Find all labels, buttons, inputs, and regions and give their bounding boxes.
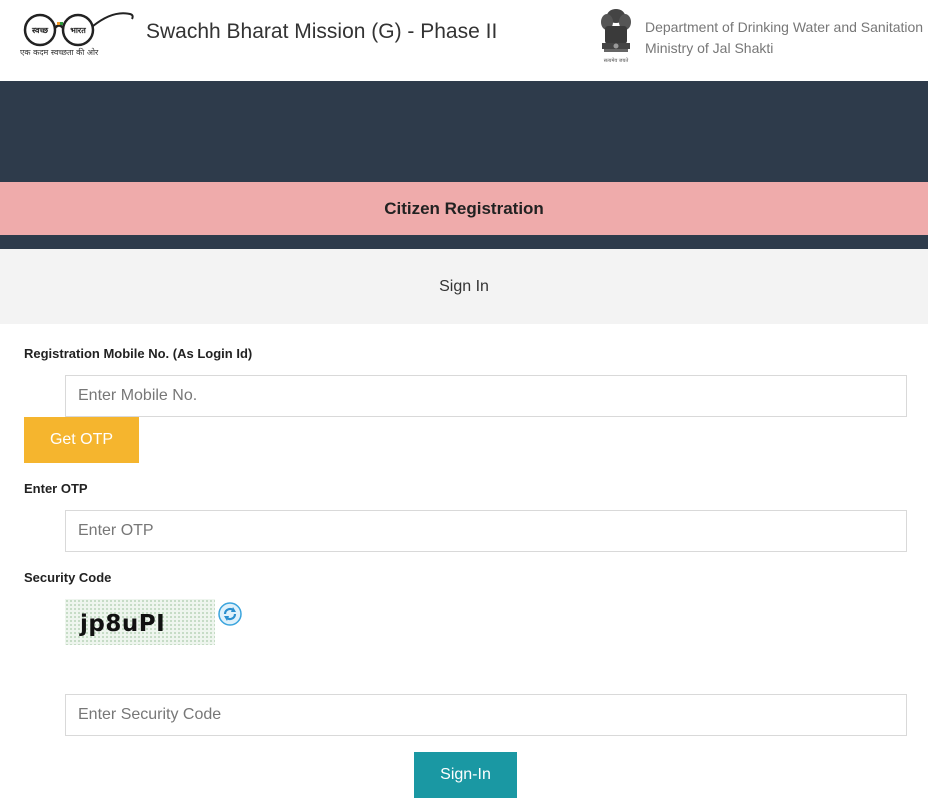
captcha-image: jp8uPI: [65, 599, 215, 645]
otp-input[interactable]: [65, 510, 907, 552]
emblem-caption: सत्यमेव जयते: [603, 58, 629, 64]
swachh-bharat-glasses-icon: स्वच्छ भारत: [23, 12, 134, 47]
logo-tagline: एक कदम स्वच्छता की ओर: [20, 48, 99, 57]
site-header: स्वच्छ भारत एक कदम स्वच्छता की ओर Swachh…: [0, 0, 928, 81]
mobile-label: Registration Mobile No. (As Login Id): [24, 346, 253, 361]
refresh-icon[interactable]: [218, 602, 242, 626]
registration-banner: Citizen Registration: [0, 182, 928, 235]
security-code-input[interactable]: [65, 694, 907, 736]
otp-label: Enter OTP: [24, 481, 88, 496]
department-info: Department of Drinking Water and Sanitat…: [645, 17, 923, 59]
logo-right-text: भारत: [70, 26, 86, 35]
department-name: Department of Drinking Water and Sanitat…: [645, 19, 924, 35]
sign-in-button[interactable]: Sign-In: [414, 752, 517, 798]
national-emblem-icon: [596, 6, 636, 66]
security-code-label: Security Code: [24, 570, 112, 585]
tab-sign-in[interactable]: Sign In: [0, 249, 928, 324]
banner-title: Citizen Registration: [384, 198, 544, 218]
get-otp-button[interactable]: Get OTP: [24, 417, 139, 463]
captcha-text: jp8uPI: [80, 611, 166, 637]
logo-left-text: स्वच्छ: [31, 26, 49, 35]
site-title: Swachh Bharat Mission (G) - Phase II: [146, 20, 498, 43]
mobile-input[interactable]: [65, 375, 907, 417]
tab-sign-in-label: Sign In: [439, 277, 489, 295]
ministry-name: Ministry of Jal Shakti: [645, 40, 774, 56]
